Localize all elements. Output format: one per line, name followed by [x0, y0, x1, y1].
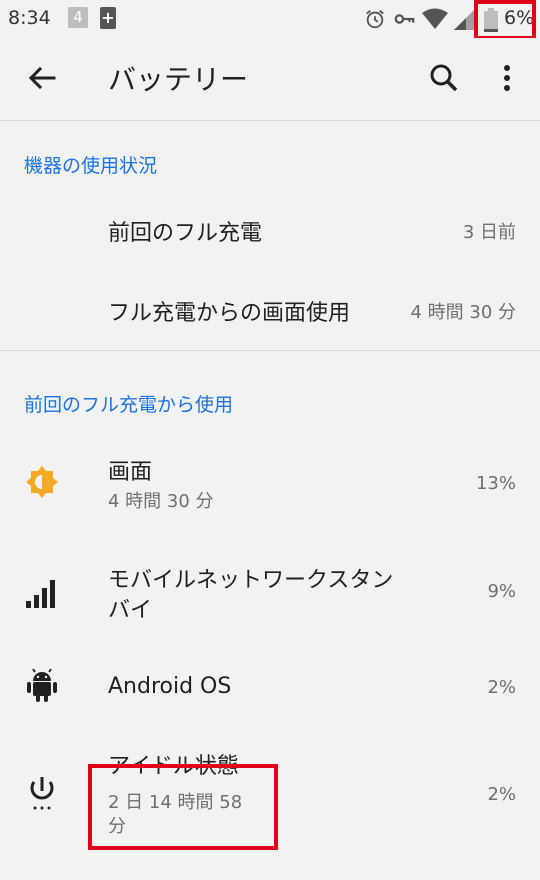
list-item-label: フル充電からの画面使用	[108, 301, 351, 326]
usage-item-percent: 9%	[487, 581, 516, 602]
status-bar: 8:34 4 + 6%	[0, 0, 540, 38]
usage-item-title: 画面	[108, 460, 153, 485]
section-header-device-usage: 機器の使用状況	[24, 155, 158, 177]
brightness-icon	[26, 466, 58, 498]
app-bar: バッテリー	[0, 38, 540, 121]
highlight-box-battery	[474, 0, 536, 40]
power-icon	[30, 777, 54, 810]
section-divider	[0, 350, 540, 351]
usage-item-title-continued: バイ	[108, 598, 153, 623]
usage-item-title: モバイルネットワークスタン	[108, 568, 394, 593]
usage-item-percent: 2%	[487, 677, 516, 698]
search-icon[interactable]	[424, 58, 464, 98]
cell-signal-icon	[454, 10, 474, 30]
notification-count-badge: 4	[68, 7, 88, 28]
usage-item-subtitle: 4 時間 30 分	[108, 491, 214, 512]
highlight-box-idle-duration	[88, 764, 278, 850]
list-item-last-full-charge[interactable]: 前回のフル充電 3 日前	[0, 190, 540, 270]
page-title: バッテリー	[108, 63, 249, 96]
list-item-label: 前回のフル充電	[108, 221, 263, 246]
more-vert-icon[interactable]	[490, 58, 524, 98]
list-item-screen-usage-since-full-charge[interactable]: フル充電からの画面使用 4 時間 30 分	[0, 270, 540, 350]
status-time: 8:34	[8, 7, 51, 29]
usage-item-mobile-network-standby[interactable]: モバイルネットワークスタン バイ 9%	[0, 550, 540, 640]
list-item-value: 3 日前	[462, 222, 516, 243]
usage-item-percent: 13%	[475, 473, 516, 494]
section-header-since-full-charge: 前回のフル充電から使用	[24, 394, 234, 416]
alarm-icon	[366, 10, 384, 29]
arrow-back-icon[interactable]	[22, 58, 62, 98]
android-icon	[27, 668, 57, 702]
cell-signal-icon	[26, 580, 55, 608]
usage-item-title: Android OS	[108, 674, 232, 699]
battery-saver-icon: +	[100, 7, 116, 29]
list-item-value: 4 時間 30 分	[410, 302, 516, 323]
usage-item-android-os[interactable]: Android OS 2%	[0, 650, 540, 730]
wifi-icon	[422, 8, 448, 29]
usage-item-percent: 2%	[487, 784, 516, 805]
vpn-key-icon	[394, 14, 415, 24]
usage-item-screen[interactable]: 画面 4 時間 30 分 13%	[0, 440, 540, 530]
